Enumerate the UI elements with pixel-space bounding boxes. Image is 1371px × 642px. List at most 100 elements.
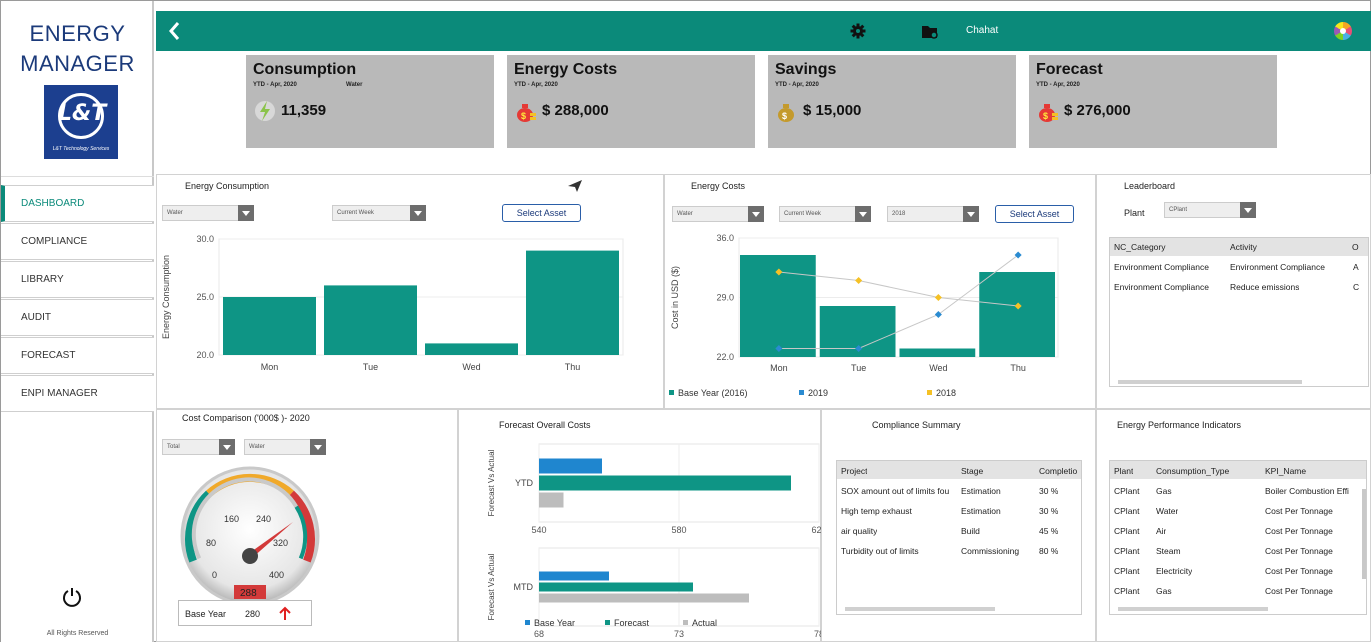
x-tick-label: Thu bbox=[565, 362, 581, 372]
table-cell: Cost Per Tonnage bbox=[1265, 566, 1333, 576]
base-year-value: 280 bbox=[245, 609, 261, 619]
chevron-down-icon bbox=[855, 206, 871, 222]
bar bbox=[324, 285, 417, 355]
legend-label: Base Year (2016) bbox=[678, 388, 748, 398]
svg-text:$: $ bbox=[1043, 111, 1048, 121]
table-cell: Air bbox=[1156, 526, 1167, 536]
plant-label: Plant bbox=[1124, 208, 1145, 218]
gauge-tick-label: 80 bbox=[206, 538, 216, 548]
column-header[interactable]: Plant bbox=[1114, 466, 1133, 476]
gauge-tick-label: 400 bbox=[269, 570, 284, 580]
table-cell: CPlant bbox=[1114, 586, 1140, 596]
kpi-value: $ 15,000 bbox=[803, 102, 862, 119]
kpi-type: Water bbox=[346, 82, 363, 88]
select-asset-button[interactable]: Select Asset bbox=[995, 205, 1074, 223]
nav-item-compliance[interactable]: COMPLIANCE bbox=[1, 223, 154, 260]
year-dropdown[interactable]: 2018 bbox=[887, 206, 979, 222]
table-cell: Estimation bbox=[961, 506, 1001, 516]
resource-dropdown[interactable]: Water bbox=[162, 205, 254, 221]
point bbox=[934, 293, 942, 302]
column-header[interactable]: O bbox=[1352, 242, 1359, 252]
table-cell: 80 % bbox=[1039, 546, 1059, 556]
panel-title: Compliance Summary bbox=[872, 420, 961, 430]
app-window: ENERGY MANAGER L&T L&T Technology Servic… bbox=[0, 0, 1371, 642]
gear-icon[interactable] bbox=[850, 23, 866, 39]
horizontal-scrollbar[interactable] bbox=[845, 607, 995, 611]
column-header[interactable]: Stage bbox=[961, 466, 983, 476]
legend-swatch bbox=[669, 390, 674, 395]
table-header bbox=[1110, 461, 1366, 479]
brand: ENERGY MANAGER L&T L&T Technology Servic… bbox=[1, 1, 154, 177]
chevron-down-icon bbox=[410, 205, 426, 221]
column-header[interactable]: Project bbox=[841, 466, 867, 476]
period-dropdown[interactable]: Current Week bbox=[779, 206, 871, 222]
table-cell: Steam bbox=[1156, 546, 1181, 556]
nav-item-audit[interactable]: AUDIT bbox=[1, 299, 154, 336]
dropdown-value: Water bbox=[167, 210, 183, 216]
table-cell: Water bbox=[1156, 506, 1179, 516]
energy-costs-chart: 22.0 29.0 36.0 Mon Tue Wed Thu Cost in USD ($) B… bbox=[669, 233, 1059, 398]
kpi-period: YTD - Apr, 2020 bbox=[253, 82, 297, 88]
column-header[interactable]: KPI_Name bbox=[1265, 466, 1306, 476]
leaderboard-table: NC_Category Activity O Environment Compl… bbox=[1109, 237, 1369, 387]
user-name[interactable]: Chahat bbox=[966, 25, 998, 36]
legend-swatch bbox=[525, 620, 530, 625]
column-header[interactable]: Consumption_Type bbox=[1156, 466, 1229, 476]
color-wheel-icon[interactable] bbox=[1334, 22, 1352, 40]
legend-label: Base Year bbox=[534, 618, 575, 628]
panel-title: Leaderboard bbox=[1124, 181, 1176, 191]
folder-settings-icon[interactable] bbox=[921, 24, 939, 40]
horizontal-scrollbar[interactable] bbox=[1118, 607, 1268, 611]
resource-dropdown[interactable]: Water bbox=[672, 206, 764, 222]
select-asset-button[interactable]: Select Asset bbox=[502, 204, 581, 222]
forecast-costs-panel: Forecast Overall Costs 540 580 620 YTD Forec… bbox=[458, 409, 821, 642]
send-icon[interactable] bbox=[567, 179, 583, 193]
legend-label: 2018 bbox=[936, 388, 956, 398]
table-cell: Cost Per Tonnage bbox=[1265, 546, 1333, 556]
chevron-down-icon bbox=[219, 439, 235, 455]
legend-swatch bbox=[799, 390, 804, 395]
y-tick-label: 22.0 bbox=[716, 352, 734, 362]
nav-item-dashboard[interactable]: DASHBOARD bbox=[1, 185, 154, 222]
x-tick-label: Mon bbox=[770, 363, 788, 373]
period-dropdown[interactable]: Current Week bbox=[332, 205, 426, 221]
rights-text: All Rights Reserved bbox=[46, 630, 109, 637]
y-axis-label: Energy Consumption bbox=[161, 255, 171, 339]
base-year-label: Base Year bbox=[185, 609, 227, 619]
nav-item-library[interactable]: LIBRARY bbox=[1, 261, 154, 298]
back-icon[interactable] bbox=[166, 19, 184, 43]
legend-label: Forecast bbox=[614, 618, 650, 628]
table-cell: CPlant bbox=[1114, 546, 1140, 556]
nav-item-enpi-manager[interactable]: ENPI MANAGER bbox=[1, 375, 154, 412]
chevron-down-icon bbox=[748, 206, 764, 222]
resource-dropdown[interactable]: Water bbox=[244, 439, 326, 455]
column-header[interactable]: Activity bbox=[1230, 242, 1257, 252]
nav-item-forecast[interactable]: FORECAST bbox=[1, 337, 154, 374]
compliance-table: Project Stage Completio SOX amount out o… bbox=[836, 460, 1082, 615]
column-header[interactable]: Completio bbox=[1039, 466, 1081, 476]
horizontal-scrollbar[interactable] bbox=[1118, 380, 1302, 384]
dropdown-value: Water bbox=[249, 444, 265, 450]
kpi-card-energy-costs: Energy Costs YTD - Apr, 2020 $ $ 288,000 bbox=[507, 55, 755, 148]
table-cell: C bbox=[1353, 282, 1360, 292]
column-header[interactable]: NC_Category bbox=[1114, 242, 1166, 252]
vertical-scrollbar[interactable] bbox=[1362, 489, 1366, 579]
kpi-period: YTD - Apr, 2020 bbox=[1036, 82, 1080, 88]
power-icon[interactable] bbox=[61, 586, 83, 608]
table-cell: Cost Per Tonnage bbox=[1265, 506, 1333, 516]
plant-dropdown[interactable]: CPlant bbox=[1164, 202, 1256, 218]
table-cell: Estimation bbox=[961, 486, 1001, 496]
table-cell: Commissioning bbox=[961, 546, 1020, 556]
bar bbox=[539, 582, 693, 592]
kpi-card-consumption: Consumption YTD - Apr, 2020 Water 11,359 bbox=[246, 55, 494, 148]
company-logo: L&T L&T Technology Services bbox=[44, 85, 118, 159]
legend-label: Actual bbox=[692, 618, 717, 628]
svg-text:$: $ bbox=[521, 111, 526, 121]
x-tick-label: 540 bbox=[531, 525, 546, 535]
cost-type-dropdown[interactable]: Total bbox=[162, 439, 235, 455]
lightning-icon bbox=[255, 101, 275, 121]
table-cell: Environment Compliance bbox=[1114, 262, 1209, 272]
table-cell: Turbidity out of limits bbox=[841, 546, 919, 556]
sidebar: ENERGY MANAGER L&T L&T Technology Servic… bbox=[1, 1, 154, 642]
kpi-value: $ 288,000 bbox=[542, 102, 609, 119]
